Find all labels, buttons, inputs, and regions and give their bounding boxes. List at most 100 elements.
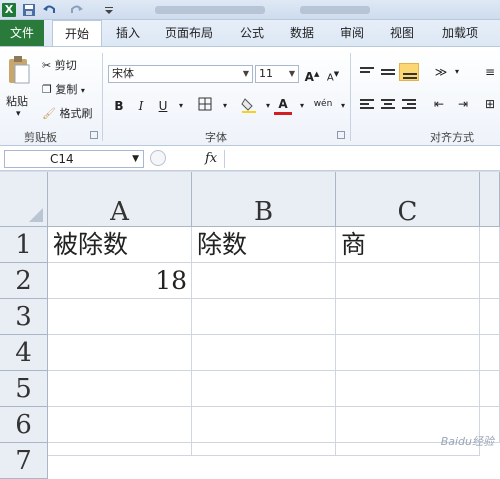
formula-input[interactable]	[224, 150, 500, 168]
cell-a2[interactable]: 18	[48, 263, 192, 299]
font-color-button[interactable]: A	[274, 95, 292, 115]
font-color-dropdown-icon[interactable]: ▾	[293, 97, 311, 115]
copy-label: 复制	[55, 83, 78, 96]
column-header-a[interactable]: A	[48, 172, 192, 227]
tab-insert[interactable]: 插入	[108, 20, 148, 46]
ribbon: 粘贴 ▾ ✂ 剪切 ❐ 复制 ▾ 🖌 格式刷 剪贴板 宋体 ▼ 11 ▼ A▲ …	[0, 46, 500, 146]
row-header-1[interactable]: 1	[0, 227, 48, 263]
select-all-corner[interactable]	[0, 172, 48, 227]
cell-a3[interactable]	[48, 299, 192, 335]
formula-bar-collapse-icon[interactable]	[150, 150, 166, 166]
align-top-icon[interactable]	[360, 67, 374, 77]
row-header-7[interactable]: 7	[0, 443, 48, 479]
phonetic-button[interactable]: wén	[312, 95, 334, 113]
ribbon-tabs: 文件 开始 插入 页面布局 公式 数据 审阅 视图 加载项	[0, 20, 500, 46]
clipboard-dialog-launcher[interactable]	[90, 131, 98, 139]
underline-button[interactable]: U	[154, 97, 172, 115]
excel-logo-icon: X	[2, 3, 16, 17]
tab-home[interactable]: 开始	[52, 20, 102, 46]
cell-b6[interactable]	[192, 407, 336, 443]
cell-b1[interactable]: 除数	[192, 227, 336, 263]
tab-addins[interactable]: 加载项	[434, 20, 486, 46]
bold-button[interactable]: B	[110, 97, 128, 115]
name-box[interactable]: C14 ▼	[4, 150, 144, 168]
paste-button-label[interactable]: 粘贴	[6, 93, 28, 109]
cell-c1[interactable]: 商	[336, 227, 480, 263]
cell-a6[interactable]	[48, 407, 192, 443]
cell-a7[interactable]	[48, 443, 192, 456]
cell-c2[interactable]	[336, 263, 480, 299]
align-bottom-button[interactable]	[399, 63, 419, 81]
cut-label: 剪切	[54, 59, 77, 72]
cell-d2[interactable]	[480, 263, 500, 299]
cell-a5[interactable]	[48, 371, 192, 407]
copy-icon: ❐	[42, 83, 52, 96]
cell-d3[interactable]	[480, 299, 500, 335]
cell-b3[interactable]	[192, 299, 336, 335]
cell-c3[interactable]	[336, 299, 480, 335]
grow-font-button[interactable]: A▲	[303, 65, 321, 84]
title-bar: X	[0, 0, 500, 20]
orientation-dropdown-icon[interactable]: ▾	[448, 63, 466, 81]
row-header-3[interactable]: 3	[0, 299, 48, 335]
save-icon[interactable]	[22, 3, 36, 17]
paste-dropdown-icon[interactable]: ▾	[16, 109, 21, 119]
font-name-select[interactable]: 宋体 ▼	[108, 65, 253, 83]
wrap-text-icon[interactable]: ≡	[481, 63, 499, 81]
tab-page-layout[interactable]: 页面布局	[158, 20, 220, 46]
row-header-5[interactable]: 5	[0, 371, 48, 407]
tab-view[interactable]: 视图	[382, 20, 422, 46]
merge-center-icon[interactable]: ⊞	[481, 95, 499, 113]
decrease-indent-icon[interactable]: ⇤	[430, 95, 448, 113]
cut-button[interactable]: ✂ 剪切	[42, 57, 77, 73]
cell-d1[interactable]	[480, 227, 500, 263]
font-dialog-launcher[interactable]	[337, 131, 345, 139]
cell-b5[interactable]	[192, 371, 336, 407]
customize-toolbar-icon[interactable]	[102, 3, 116, 17]
chevron-down-icon[interactable]: ▼	[132, 151, 139, 167]
window-title-blurred	[155, 6, 265, 14]
align-left-icon[interactable]	[360, 99, 374, 109]
increase-indent-icon[interactable]: ⇥	[454, 95, 472, 113]
cell-d4[interactable]	[480, 335, 500, 371]
font-group-label: 字体	[205, 131, 227, 144]
column-header-c[interactable]: C	[336, 172, 480, 227]
italic-button[interactable]: I	[132, 97, 150, 115]
align-right-icon[interactable]	[402, 99, 416, 109]
insert-function-icon[interactable]: fx	[205, 151, 217, 166]
paste-icon[interactable]	[6, 55, 32, 87]
tab-data[interactable]: 数据	[282, 20, 322, 46]
cell-b2[interactable]	[192, 263, 336, 299]
column-header-d[interactable]	[480, 172, 500, 227]
cell-c4[interactable]	[336, 335, 480, 371]
alignment-group-label: 对齐方式	[430, 131, 474, 144]
undo-icon[interactable]	[42, 3, 56, 17]
cell-d5[interactable]	[480, 371, 500, 407]
align-center-icon[interactable]	[381, 99, 395, 109]
row-header-4[interactable]: 4	[0, 335, 48, 371]
tab-formulas[interactable]: 公式	[232, 20, 272, 46]
shrink-font-button[interactable]: A▼	[324, 65, 342, 83]
cell-b4[interactable]	[192, 335, 336, 371]
cell-c5[interactable]	[336, 371, 480, 407]
cell-a1[interactable]: 被除数	[48, 227, 192, 263]
tab-review[interactable]: 审阅	[332, 20, 372, 46]
borders-dropdown-icon[interactable]: ▾	[216, 97, 234, 115]
copy-button[interactable]: ❐ 复制 ▾	[42, 81, 85, 97]
copy-dropdown-icon[interactable]: ▾	[81, 86, 85, 95]
fill-color-button[interactable]	[240, 97, 258, 115]
borders-icon	[198, 97, 212, 111]
align-middle-icon[interactable]	[381, 67, 395, 77]
row-header-6[interactable]: 6	[0, 407, 48, 443]
row-header-2[interactable]: 2	[0, 263, 48, 299]
column-header-b[interactable]: B	[192, 172, 336, 227]
font-size-select[interactable]: 11 ▼	[255, 65, 299, 83]
tab-file[interactable]: 文件	[0, 20, 44, 46]
borders-button[interactable]	[196, 97, 214, 115]
cell-a4[interactable]	[48, 335, 192, 371]
underline-dropdown-icon[interactable]: ▾	[172, 97, 190, 115]
formula-bar: C14 ▼ fx	[0, 147, 500, 171]
redo-icon[interactable]	[70, 3, 84, 17]
format-painter-button[interactable]: 🖌 格式刷	[42, 105, 92, 121]
cell-b7[interactable]	[192, 443, 336, 456]
